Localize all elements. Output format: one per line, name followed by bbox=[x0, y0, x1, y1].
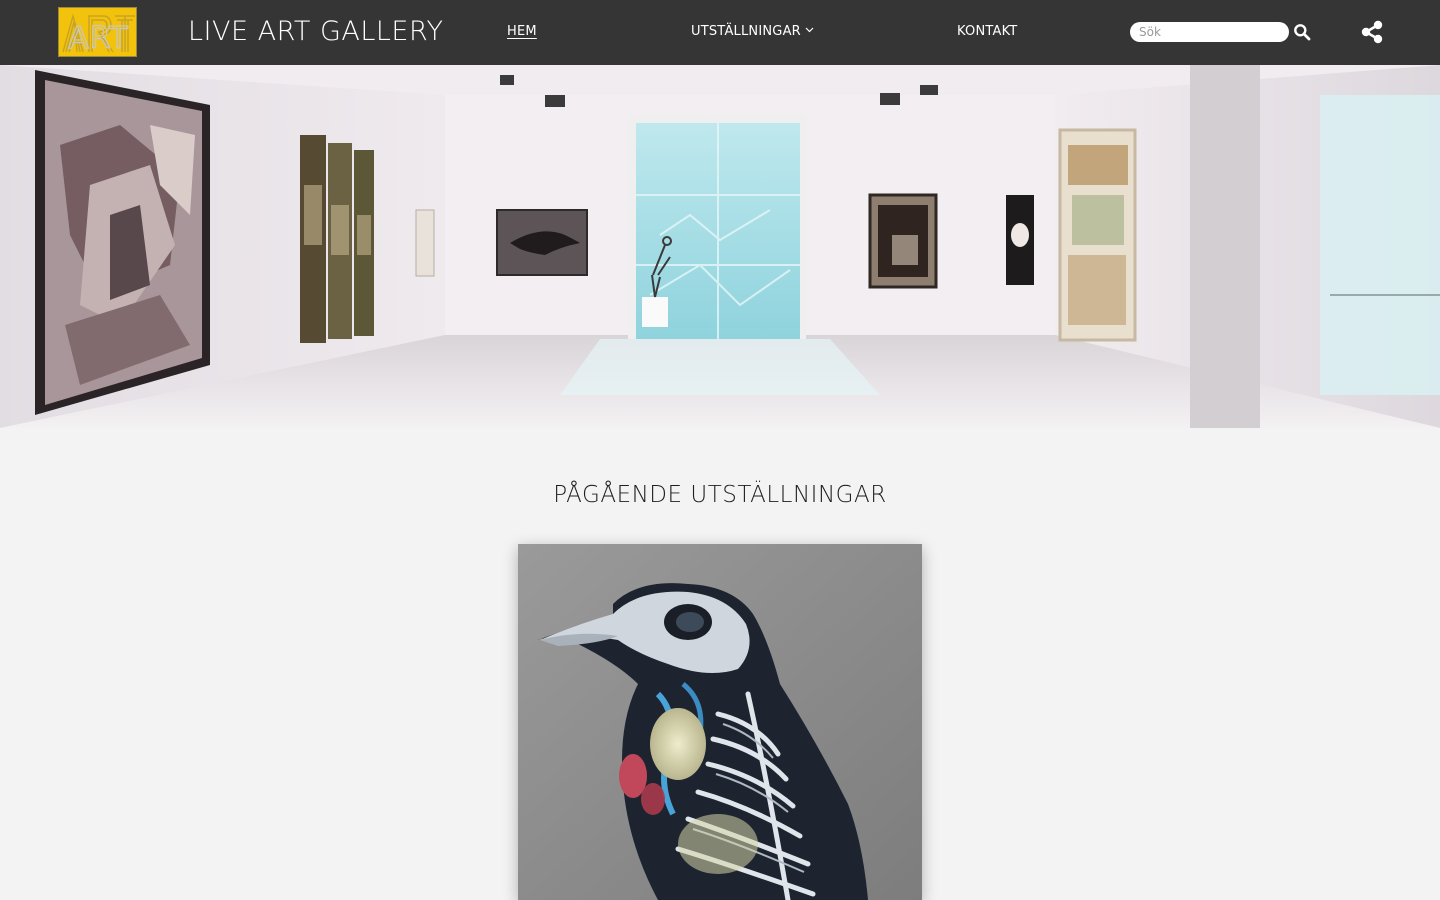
logo-text: ART bbox=[68, 21, 129, 56]
gallery-interior-image bbox=[0, 65, 1440, 428]
nav-item-exhibitions-label: UTSTÄLLNINGAR bbox=[691, 24, 801, 39]
art-logo-graphic: ART bbox=[59, 8, 136, 56]
hero-banner bbox=[0, 65, 1440, 428]
search-input[interactable] bbox=[1130, 22, 1289, 42]
nav-item-contact[interactable]: KONTAKT bbox=[957, 20, 1017, 44]
nav-item-home[interactable]: HEM bbox=[507, 20, 537, 44]
site-logo[interactable]: ART bbox=[58, 7, 137, 57]
site-title[interactable]: LIVE ART GALLERY bbox=[188, 14, 444, 50]
share-icon[interactable] bbox=[1360, 20, 1384, 44]
top-navigation-bar: ART LIVE ART GALLERY HEM UTSTÄLLNINGAR K… bbox=[0, 0, 1440, 65]
exhibition-card[interactable] bbox=[518, 544, 922, 900]
chevron-down-icon bbox=[805, 27, 814, 32]
section-title-current-exhibitions: PÅGÅENDE UTSTÄLLNINGAR bbox=[553, 482, 887, 508]
search-icon[interactable] bbox=[1293, 23, 1311, 41]
exhibition-card-image bbox=[518, 544, 922, 900]
nav-item-exhibitions[interactable]: UTSTÄLLNINGAR bbox=[691, 20, 814, 44]
